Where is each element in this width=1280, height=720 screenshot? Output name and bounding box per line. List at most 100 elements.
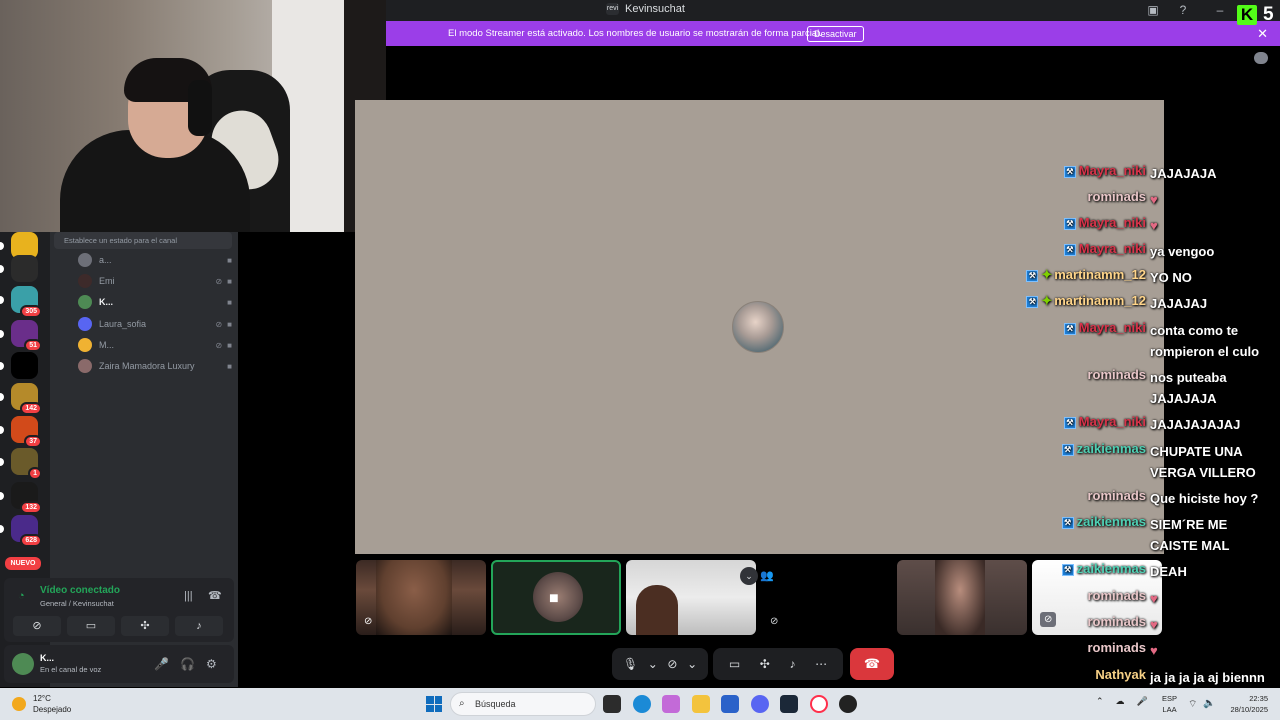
chat-username[interactable]: ⚒ Mayra_niki <box>1063 414 1146 429</box>
chat-text: ♥ <box>1150 189 1270 210</box>
username[interactable]: K... <box>40 653 54 663</box>
voice-member[interactable]: a... ■ <box>78 251 232 269</box>
server-icon[interactable] <box>11 352 38 379</box>
voice-channel-path[interactable]: General / Kevinsuchat <box>40 599 114 608</box>
signal-icon[interactable]: ◔ <box>18 590 25 602</box>
help-icon[interactable]: ? <box>1176 3 1190 17</box>
voice-member[interactable]: K... ■ <box>78 293 232 311</box>
server-icon[interactable]: 305 <box>11 286 42 318</box>
task-view-icon[interactable] <box>603 695 621 713</box>
soundboard-button[interactable]: ♪ <box>175 616 223 636</box>
settings-gear-icon[interactable]: ⚙ <box>206 657 217 671</box>
unread-badge: 628 <box>20 534 42 547</box>
chat-username[interactable]: rominads <box>1087 367 1146 382</box>
language-indicator[interactable]: ESP LAA <box>1162 693 1177 715</box>
emote-icon: ♥ <box>1150 192 1158 207</box>
deactivate-button[interactable]: Desactivar <box>807 26 864 42</box>
chat-username[interactable]: rominads <box>1087 488 1146 503</box>
network-icon[interactable]: ⌔ <box>1188 698 1197 711</box>
end-call-button[interactable]: ☎ <box>850 648 894 680</box>
voice-member[interactable]: Emi ⊘ ■ <box>78 272 232 290</box>
voice-member[interactable]: Zaira Mamadora Luxury ■ <box>78 357 232 375</box>
store-icon[interactable] <box>721 695 739 713</box>
system-tray: ⌃ ☁ 🎤 <box>1096 696 1148 707</box>
chat-username[interactable]: ⚒ ✦ martinamm_12 <box>1026 293 1146 309</box>
chevron-down-icon[interactable]: ⌄ <box>648 657 658 671</box>
chat-username[interactable]: ⚒ zaikienmas <box>1061 514 1146 529</box>
server-icon[interactable]: 142 <box>11 383 42 415</box>
volume-icon[interactable]: 🔈 <box>1203 698 1215 709</box>
noise-suppression-icon[interactable]: ||| <box>184 590 193 602</box>
chat-username[interactable]: ⚒ Mayra_niki <box>1063 163 1146 178</box>
chat-username[interactable]: ⚒ Mayra_niki <box>1063 241 1146 256</box>
chevron-down-icon[interactable]: ⌄ <box>740 567 758 585</box>
chat-text: Que hiciste hoy ? <box>1150 491 1259 506</box>
chat-bubble-icon[interactable] <box>1254 52 1268 64</box>
search-box[interactable]: ⌕ Búsqueda <box>450 692 596 716</box>
avatar[interactable] <box>12 653 34 675</box>
screen-share-icon[interactable]: ▭ <box>729 657 740 671</box>
camera-off-icon[interactable]: ⊘ <box>667 657 677 671</box>
edge-icon[interactable] <box>633 695 651 713</box>
camera-off-button[interactable]: ⊘ <box>13 616 61 636</box>
chat-username[interactable]: rominads <box>1087 640 1146 655</box>
unread-badge: 305 <box>20 305 42 318</box>
focused-participant-avatar[interactable] <box>732 301 784 353</box>
start-button[interactable] <box>426 696 442 712</box>
screen-share-button[interactable]: ▭ <box>67 616 115 636</box>
weather-widget[interactable]: 12°C Despejado <box>12 693 71 715</box>
chevron-up-icon[interactable]: ⌃ <box>1096 696 1104 707</box>
chat-username[interactable]: ⚒ zaikienmas <box>1061 441 1146 456</box>
server-icon[interactable]: 51 <box>11 320 42 352</box>
camera-icon: ■ <box>227 340 232 350</box>
participant-tile[interactable] <box>626 560 756 635</box>
server-icon[interactable]: 132 <box>11 482 42 514</box>
close-banner-icon[interactable]: ✕ <box>1257 26 1268 42</box>
server-icon[interactable] <box>11 255 38 282</box>
chat-username[interactable]: ⚒ ✦ martinamm_12 <box>1026 267 1146 283</box>
new-badge[interactable]: NUEVO <box>5 557 41 570</box>
voice-status[interactable]: Vídeo conectado <box>40 585 120 596</box>
chevron-down-icon[interactable]: ⌄ <box>687 657 697 671</box>
microphone-icon[interactable]: 🎤 <box>154 657 169 671</box>
chat-username[interactable]: Nathyak <box>1095 667 1146 682</box>
headphones-icon[interactable]: 🎧 <box>180 657 195 671</box>
chat-text: ♥ <box>1150 640 1270 661</box>
soundboard-icon[interactable]: ♪ <box>790 657 796 671</box>
chat-text: SIEM´RE ME CAISTE MAL <box>1150 517 1230 553</box>
chat-username[interactable]: rominads <box>1087 614 1146 629</box>
disconnect-icon[interactable]: ☎ <box>208 589 222 602</box>
chat-username[interactable]: ⚒ zaikienmas <box>1061 561 1146 576</box>
voice-member[interactable]: M... ⊘ ■ <box>78 336 232 354</box>
obs-icon[interactable] <box>839 695 857 713</box>
inbox-icon[interactable]: ▣ <box>1146 3 1160 17</box>
microphone-icon[interactable]: 🎙 <box>623 657 638 671</box>
chat-username[interactable]: ⚒ Mayra_niki <box>1063 320 1146 335</box>
activities-icon[interactable]: ✣ <box>760 657 770 671</box>
file-explorer-icon[interactable] <box>692 695 710 713</box>
more-options-icon[interactable]: ⋯ <box>815 657 827 671</box>
server-icon[interactable]: 37 <box>11 416 42 448</box>
discord-icon[interactable] <box>751 695 769 713</box>
participant-tile[interactable]: ⊘ <box>356 560 486 635</box>
people-icon[interactable]: 👥 <box>760 569 774 582</box>
microphone-icon[interactable]: 🎤 <box>1137 696 1148 707</box>
stream-chat-overlay: ⚒ Mayra_niki JAJAJAJA rominads ♥ ⚒ Mayra_niki ♥… <box>900 160 1270 688</box>
activities-button[interactable]: ✣ <box>121 616 169 636</box>
server-icon[interactable]: 1 <box>11 448 42 480</box>
copilot-icon[interactable] <box>662 695 680 713</box>
steam-icon[interactable] <box>780 695 798 713</box>
clock[interactable]: 22:35 28/10/2025 <box>1218 693 1268 715</box>
participant-tile-speaking[interactable]: ■ <box>491 560 621 635</box>
server-icon[interactable]: 628 <box>11 515 42 547</box>
temperature: 12°C <box>33 694 51 703</box>
minimize-icon[interactable]: – <box>1213 3 1227 17</box>
chat-username[interactable]: ⚒ Mayra_niki <box>1063 215 1146 230</box>
moderator-badge-icon: ⚒ <box>1063 217 1076 230</box>
opera-icon[interactable] <box>810 695 828 713</box>
voice-member[interactable]: Laura_sofia ⊘ ■ <box>78 315 232 333</box>
chat-username[interactable]: rominads <box>1087 189 1146 204</box>
chat-username[interactable]: rominads <box>1087 588 1146 603</box>
channel-status-input[interactable]: Establece un estado para el canal <box>54 232 232 249</box>
cloud-icon[interactable]: ☁ <box>1116 696 1125 707</box>
